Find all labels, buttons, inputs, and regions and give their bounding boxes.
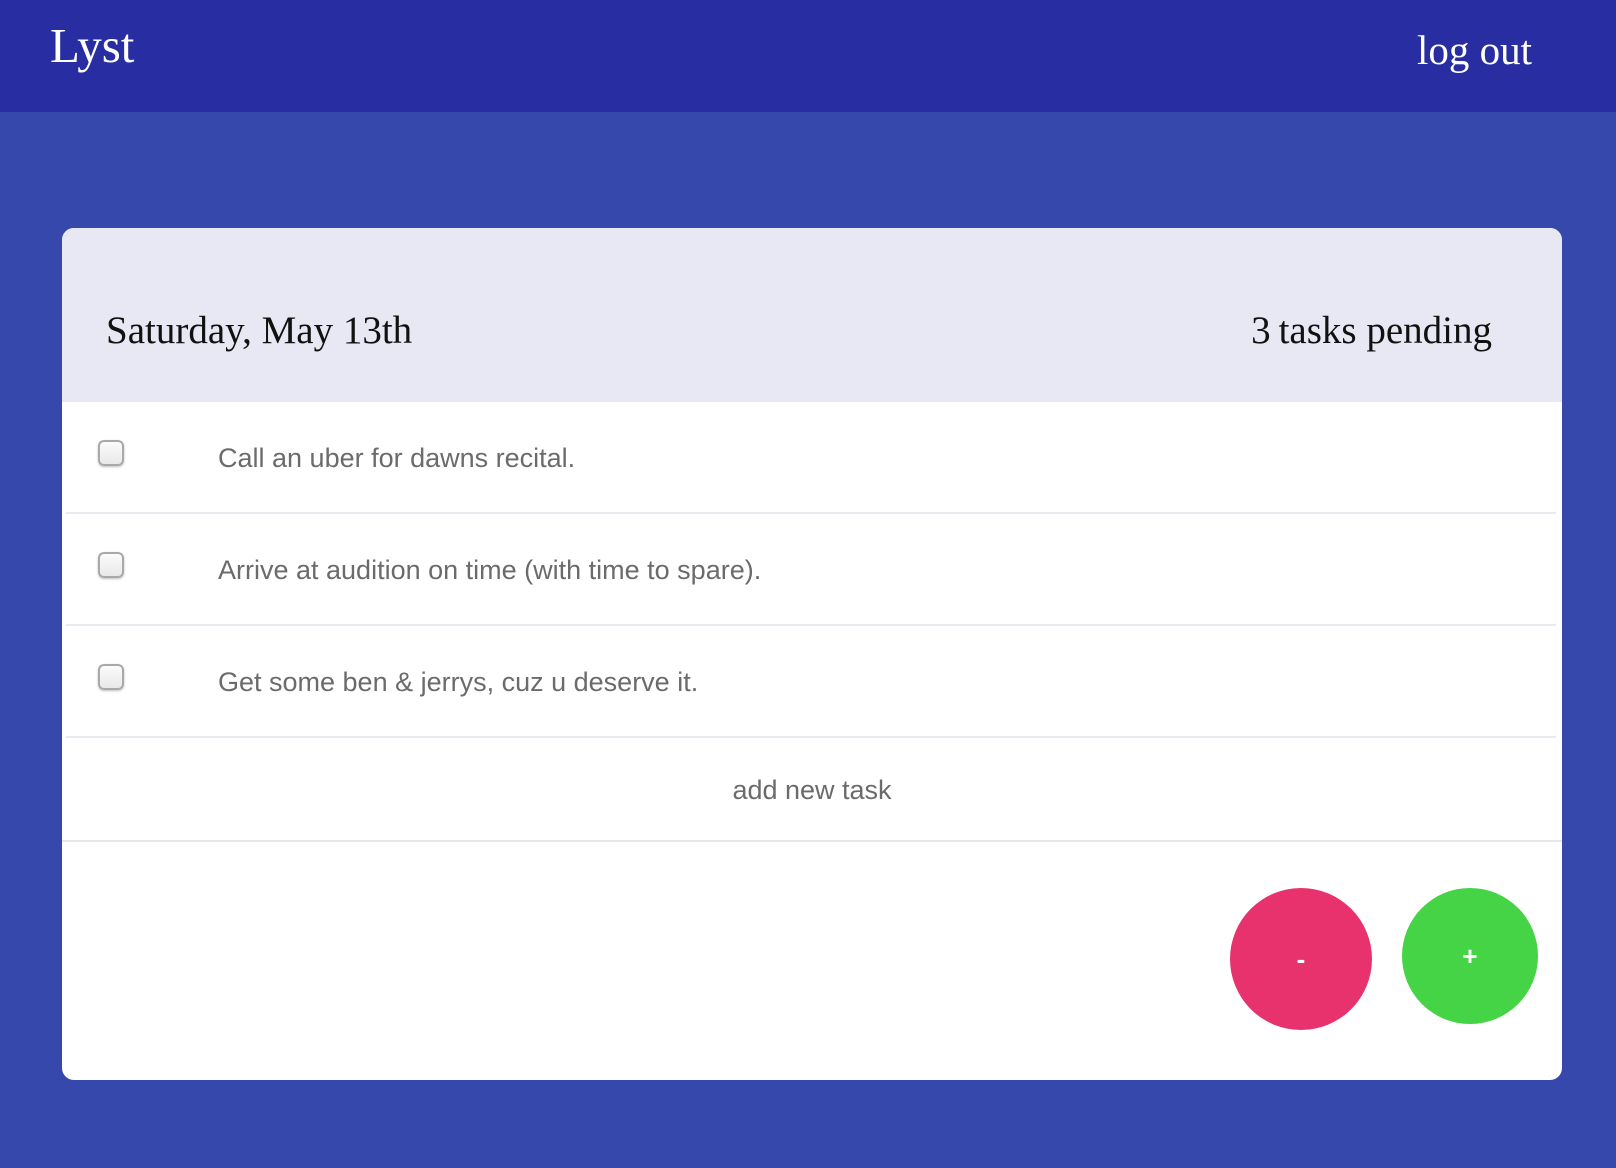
- remove-task-button[interactable]: -: [1230, 888, 1372, 1030]
- task-text: Arrive at audition on time (with time to…: [218, 555, 762, 585]
- pending-label: tasks pending: [1278, 309, 1492, 352]
- pending-count: 3: [1251, 309, 1271, 352]
- top-navbar: Lyst log out: [0, 0, 1616, 112]
- task-text: Call an uber for dawns recital.: [218, 443, 576, 473]
- task-list-header: Saturday, May 13th 3 tasks pending: [62, 228, 1562, 402]
- task-row: Arrive at audition on time (with time to…: [66, 514, 1556, 626]
- add-new-task-label: add new task: [732, 775, 892, 805]
- task-checkbox[interactable]: [98, 664, 124, 690]
- task-checkbox[interactable]: [98, 440, 124, 466]
- task-row: Call an uber for dawns recital.: [66, 402, 1556, 514]
- add-task-button[interactable]: +: [1402, 888, 1538, 1024]
- date-title: Saturday, May 13th: [106, 309, 413, 352]
- pending-summary: 3 tasks pending: [1251, 306, 1492, 356]
- task-list-card: Saturday, May 13th 3 tasks pending Call a…: [62, 228, 1562, 1080]
- app-logo: Lyst: [50, 18, 135, 73]
- add-new-task-row[interactable]: add new task: [62, 738, 1562, 842]
- task-row: Get some ben & jerrys, cuz u deserve it.: [66, 626, 1556, 738]
- logout-link[interactable]: log out: [1417, 22, 1532, 78]
- task-text: Get some ben & jerrys, cuz u deserve it.: [218, 667, 699, 697]
- task-checkbox[interactable]: [98, 552, 124, 578]
